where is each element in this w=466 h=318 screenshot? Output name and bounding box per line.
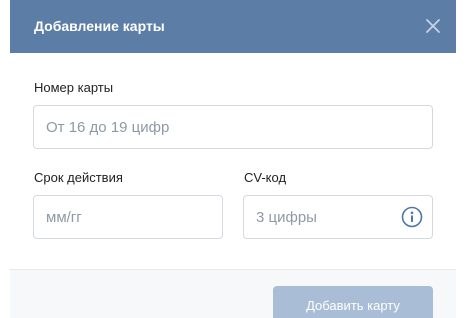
add-card-dialog: Добавление карты Номер карты Срок действ… [10,0,456,318]
card-number-label: Номер карты [34,80,114,95]
cvv-input[interactable] [256,196,392,238]
dialog-header: Добавление карты [10,0,456,53]
expiry-field[interactable] [33,195,223,239]
card-number-field[interactable] [33,105,433,149]
cvv-field[interactable] [243,195,433,239]
dialog-footer: Добавить карту [10,269,456,318]
add-card-button[interactable]: Добавить карту [273,286,433,318]
cvv-label: CV-код [244,170,287,185]
close-icon[interactable] [420,13,446,39]
dialog-title: Добавление карты [34,18,165,34]
info-icon[interactable] [401,206,423,228]
expiry-input[interactable] [46,196,210,238]
card-number-input[interactable] [46,106,420,148]
expiry-label: Срок действия [34,170,123,185]
